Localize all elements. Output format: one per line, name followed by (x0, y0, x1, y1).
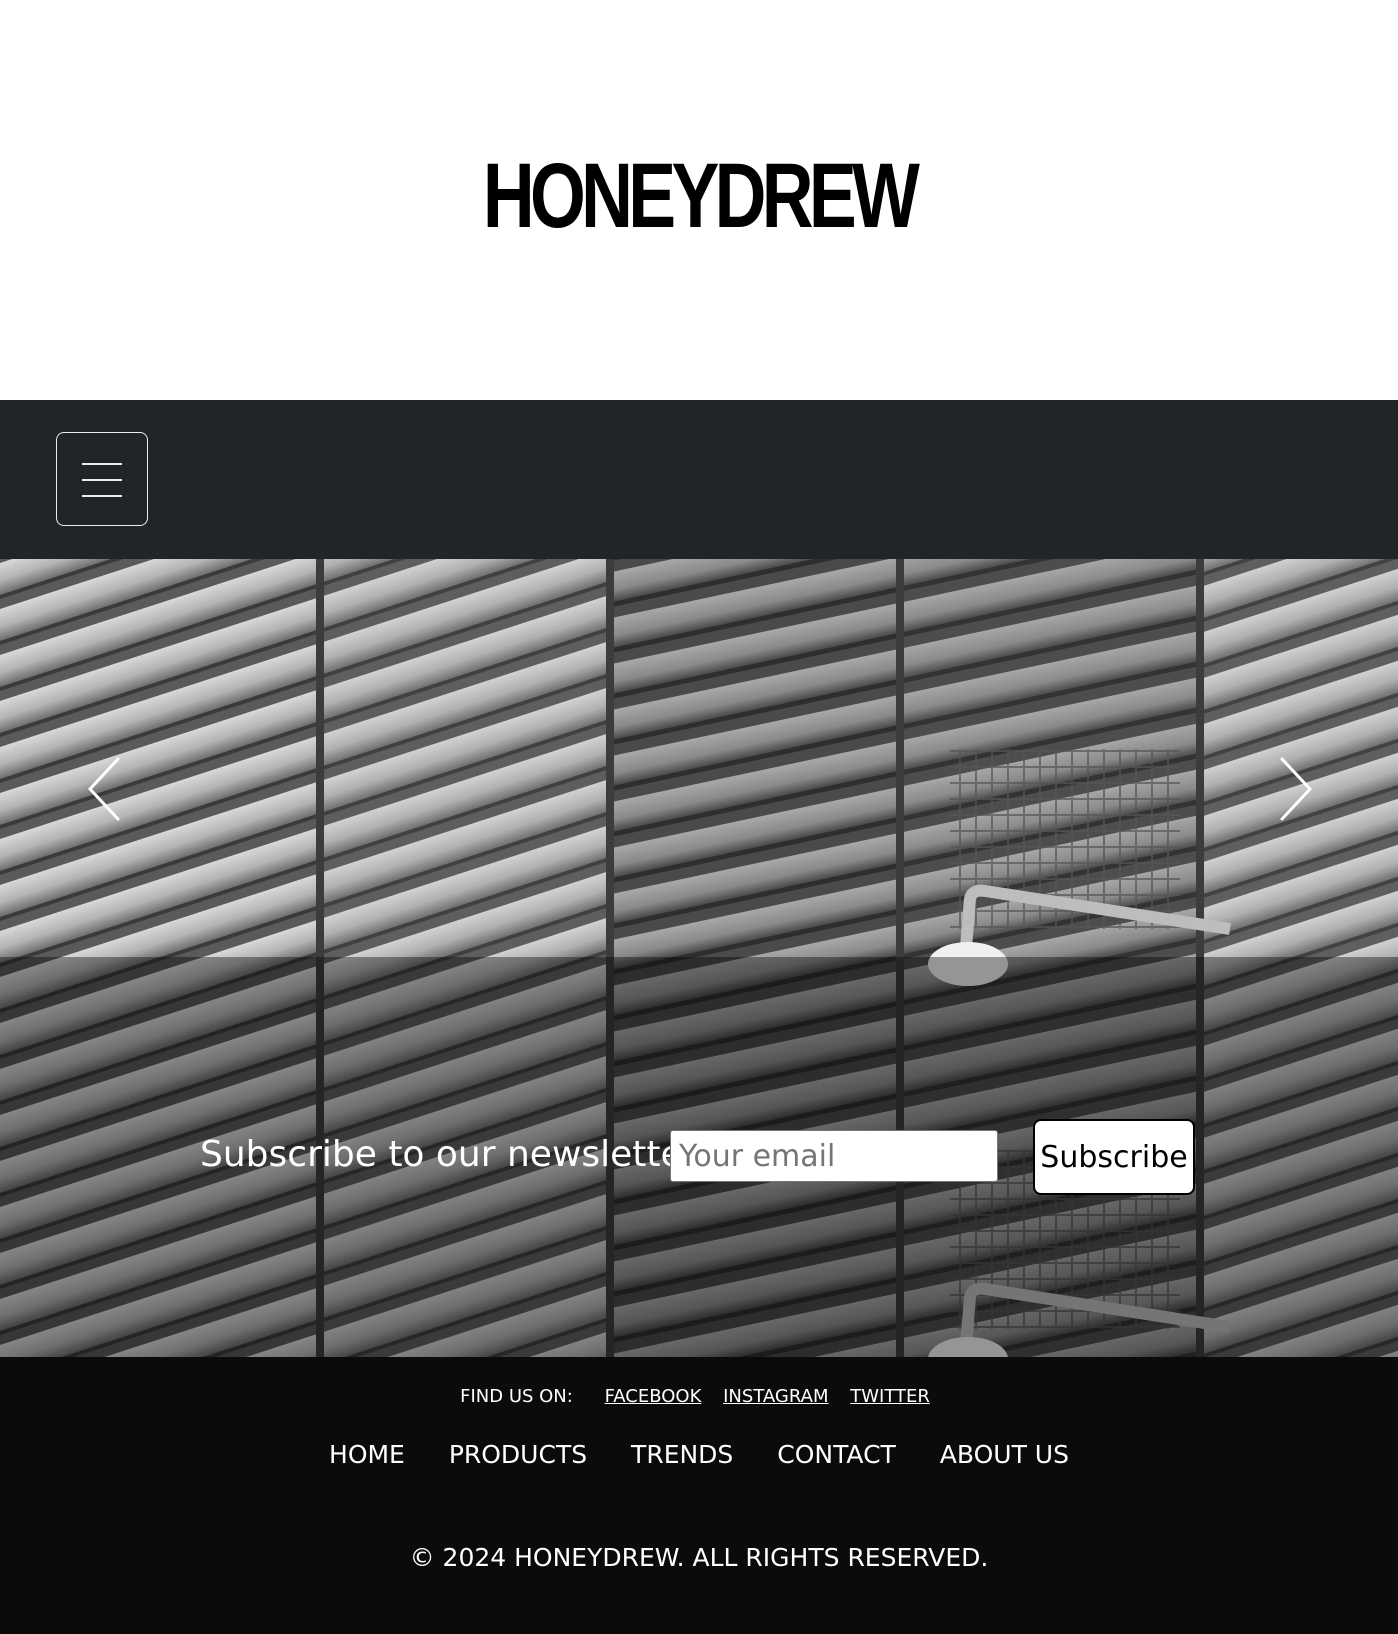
navbar (0, 400, 1398, 559)
carousel-next-button[interactable] (1268, 729, 1328, 849)
footer-nav-trends[interactable]: TRENDS (631, 1437, 733, 1473)
site-header: HONEYDREW (0, 0, 1398, 400)
social-links-row: FIND US ON: FACEBOOK INSTAGRAM TWITTER (0, 1384, 1398, 1410)
chevron-left-icon (87, 757, 120, 821)
footer-nav-home[interactable]: HOME (329, 1437, 405, 1473)
copyright-text: © 2024 HONEYDREW. ALL RIGHTS RESERVED. (409, 1543, 989, 1572)
instagram-link[interactable]: INSTAGRAM (723, 1384, 828, 1410)
hero-carousel (0, 559, 1398, 1357)
chevron-right-icon (1280, 757, 1313, 821)
footer-nav-contact[interactable]: CONTACT (777, 1437, 896, 1473)
footer-nav-about-us[interactable]: ABOUT US (940, 1437, 1069, 1473)
email-input[interactable] (670, 1130, 998, 1182)
facebook-link[interactable]: FACEBOOK (605, 1384, 702, 1410)
site-logo[interactable]: HONEYDREW (154, 148, 1244, 244)
footer-nav: HOME PRODUCTS TRENDS CONTACT ABOUT US (0, 1437, 1398, 1473)
newsletter-title: Subscribe to our newsletter! (200, 1134, 712, 1175)
find-us-label: FIND US ON: (460, 1386, 573, 1407)
twitter-link[interactable]: TWITTER (850, 1384, 930, 1410)
footer-nav-products[interactable]: PRODUCTS (449, 1437, 587, 1473)
hamburger-menu-button[interactable] (56, 432, 148, 526)
subscribe-button[interactable]: Subscribe (1033, 1119, 1195, 1195)
carousel-prev-button[interactable] (72, 729, 132, 849)
